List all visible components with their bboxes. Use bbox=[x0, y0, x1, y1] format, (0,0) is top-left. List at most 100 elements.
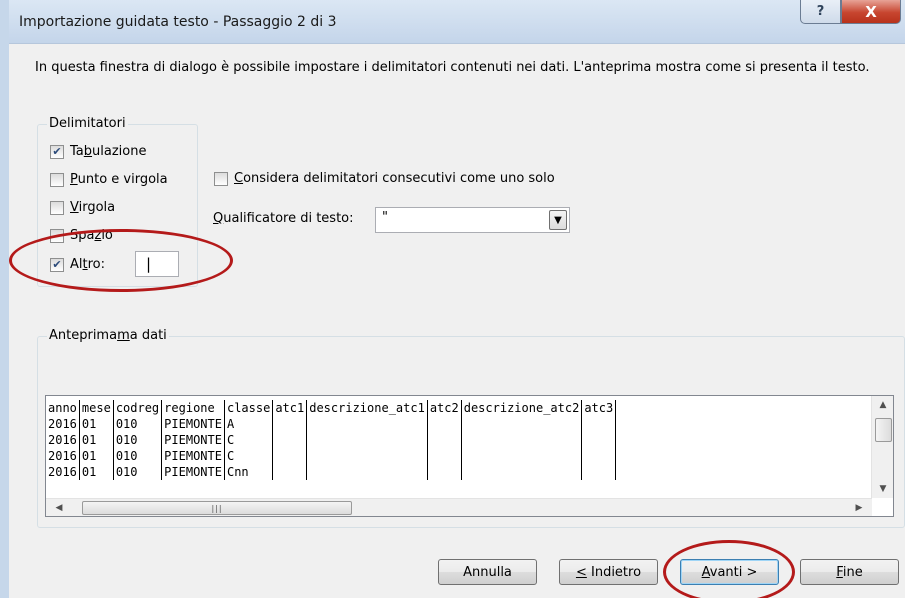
preview-cell: PIEMONTE bbox=[161, 432, 225, 448]
preview-cell: 2016 bbox=[46, 432, 80, 448]
cancel-button[interactable]: Annulla bbox=[438, 559, 537, 585]
vertical-scroll-thumb[interactable] bbox=[875, 418, 892, 442]
scroll-down-icon[interactable]: ▼ bbox=[876, 482, 890, 496]
delimiters-legend: Delimitatori bbox=[47, 116, 128, 131]
preview-cell bbox=[306, 416, 428, 432]
dropdown-arrow-icon[interactable]: ▼ bbox=[549, 210, 567, 230]
preview-cell: atc3 bbox=[581, 400, 617, 416]
finish-button-label: Fine bbox=[836, 564, 863, 580]
preview-cell: C bbox=[224, 448, 274, 464]
preview-row: anno mese codreg regione classe atc1 descrizio… bbox=[46, 400, 617, 416]
vertical-scrollbar[interactable]: ▲ ▼ bbox=[871, 396, 893, 498]
horizontal-scroll-thumb[interactable]: ||| bbox=[82, 501, 352, 515]
checkmark-icon: ✔ bbox=[52, 258, 62, 271]
close-button[interactable]: X bbox=[841, 0, 901, 24]
checkmark-icon: ✔ bbox=[52, 145, 62, 158]
preview-cell: 01 bbox=[79, 416, 114, 432]
preview-cell bbox=[581, 464, 617, 480]
comma-checkbox-row[interactable]: Virgola bbox=[50, 200, 115, 215]
preview-cell bbox=[272, 448, 308, 464]
comma-checkbox[interactable] bbox=[50, 200, 64, 215]
preview-cell: atc2 bbox=[427, 400, 462, 416]
consecutive-label: Considera delimitatori consecutivi come … bbox=[234, 171, 555, 186]
data-preview-table: anno mese codreg regione classe atc1 descrizio… bbox=[46, 396, 872, 498]
preview-cell bbox=[427, 416, 462, 432]
text-qualifier-label: Qualificatore di testo: bbox=[213, 211, 354, 226]
preview-cell bbox=[461, 464, 583, 480]
preview-cell: 01 bbox=[79, 464, 114, 480]
data-preview-box[interactable]: anno mese codreg regione classe atc1 descrizio… bbox=[45, 395, 894, 517]
tab-checkbox-row[interactable]: ✔ Tabulazione bbox=[50, 144, 146, 159]
other-delimiter-input[interactable]: | bbox=[135, 251, 179, 277]
cancel-button-label: Annulla bbox=[463, 564, 512, 580]
consecutive-checkbox-row[interactable]: Considera delimitatori consecutivi come … bbox=[214, 171, 555, 186]
preview-row: 2016 01 010 PIEMONTE A bbox=[46, 416, 617, 432]
help-button[interactable]: ? bbox=[800, 0, 841, 24]
preview-cell: anno bbox=[46, 400, 80, 416]
preview-cell bbox=[581, 432, 617, 448]
preview-cell bbox=[306, 432, 428, 448]
preview-cell: classe bbox=[224, 400, 274, 416]
preview-cell: regione bbox=[161, 400, 225, 416]
preview-cell: 010 bbox=[113, 432, 163, 448]
finish-button[interactable]: Fine bbox=[800, 559, 899, 585]
space-checkbox-row[interactable]: Spazio bbox=[50, 228, 113, 243]
dialog-title: Importazione guidata testo - Passaggio 2… bbox=[19, 14, 337, 30]
title-bar: Importazione guidata testo - Passaggio 2… bbox=[9, 0, 905, 44]
preview-cell bbox=[272, 432, 308, 448]
preview-cell bbox=[427, 432, 462, 448]
preview-cell bbox=[461, 448, 583, 464]
preview-cell: 2016 bbox=[46, 464, 80, 480]
space-label: Spazio bbox=[70, 228, 113, 243]
preview-cell: PIEMONTE bbox=[161, 464, 225, 480]
preview-cell: Cnn bbox=[224, 464, 274, 480]
preview-cell: mese bbox=[79, 400, 114, 416]
other-checkbox-row[interactable]: ✔ Altro: bbox=[50, 257, 105, 272]
preview-row: 2016 01 010 PIEMONTE Cnn bbox=[46, 464, 617, 480]
preview-cell: descrizione_atc2 bbox=[461, 400, 583, 416]
preview-cell: descrizione_atc1 bbox=[306, 400, 428, 416]
preview-cell bbox=[306, 464, 428, 480]
preview-cell bbox=[272, 464, 308, 480]
data-preview-legend: Anteprimama dati bbox=[47, 328, 169, 343]
horizontal-scrollbar[interactable]: ◀ ||| ▶ bbox=[46, 498, 872, 516]
preview-cell: 010 bbox=[113, 464, 163, 480]
preview-cell: 010 bbox=[113, 416, 163, 432]
back-button[interactable]: < Indietro bbox=[559, 559, 658, 585]
preview-cell: C bbox=[224, 432, 274, 448]
preview-row: 2016 01 010 PIEMONTE C bbox=[46, 448, 617, 464]
comma-label: Virgola bbox=[70, 200, 116, 215]
scroll-left-icon[interactable]: ◀ bbox=[52, 501, 66, 515]
other-checkbox[interactable]: ✔ bbox=[50, 257, 64, 272]
preview-cell bbox=[427, 448, 462, 464]
semicolon-checkbox[interactable] bbox=[50, 172, 64, 187]
preview-cell: 2016 bbox=[46, 416, 80, 432]
next-button-label: Avanti > bbox=[701, 564, 758, 580]
next-button[interactable]: Avanti > bbox=[680, 559, 779, 585]
preview-cell: atc1 bbox=[272, 400, 308, 416]
preview-cell: A bbox=[224, 416, 274, 432]
preview-cell bbox=[461, 416, 583, 432]
back-button-label: < Indietro bbox=[575, 564, 642, 580]
preview-cell bbox=[306, 448, 428, 464]
close-icon: X bbox=[865, 2, 877, 21]
semicolon-label: Punto e virgola bbox=[70, 172, 168, 187]
space-checkbox[interactable] bbox=[50, 228, 64, 243]
tab-checkbox[interactable]: ✔ bbox=[50, 144, 64, 159]
preview-cell bbox=[581, 416, 617, 432]
other-label: Altro: bbox=[70, 257, 106, 272]
preview-cell: 01 bbox=[79, 448, 114, 464]
text-import-wizard-dialog: Importazione guidata testo - Passaggio 2… bbox=[0, 0, 905, 598]
consecutive-checkbox[interactable] bbox=[214, 171, 228, 186]
scroll-up-icon[interactable]: ▲ bbox=[876, 398, 890, 412]
preview-cell bbox=[461, 432, 583, 448]
semicolon-checkbox-row[interactable]: Punto e virgola bbox=[50, 172, 168, 187]
intro-text: In questa finestra di dialogo è possibil… bbox=[35, 60, 870, 75]
preview-cell: 2016 bbox=[46, 448, 80, 464]
text-qualifier-select[interactable]: " ▼ bbox=[375, 207, 570, 233]
scroll-right-icon[interactable]: ▶ bbox=[852, 501, 866, 515]
preview-cell: 010 bbox=[113, 448, 163, 464]
preview-cell: codreg bbox=[113, 400, 163, 416]
preview-cell: PIEMONTE bbox=[161, 416, 225, 432]
text-qualifier-value: " bbox=[382, 210, 388, 225]
